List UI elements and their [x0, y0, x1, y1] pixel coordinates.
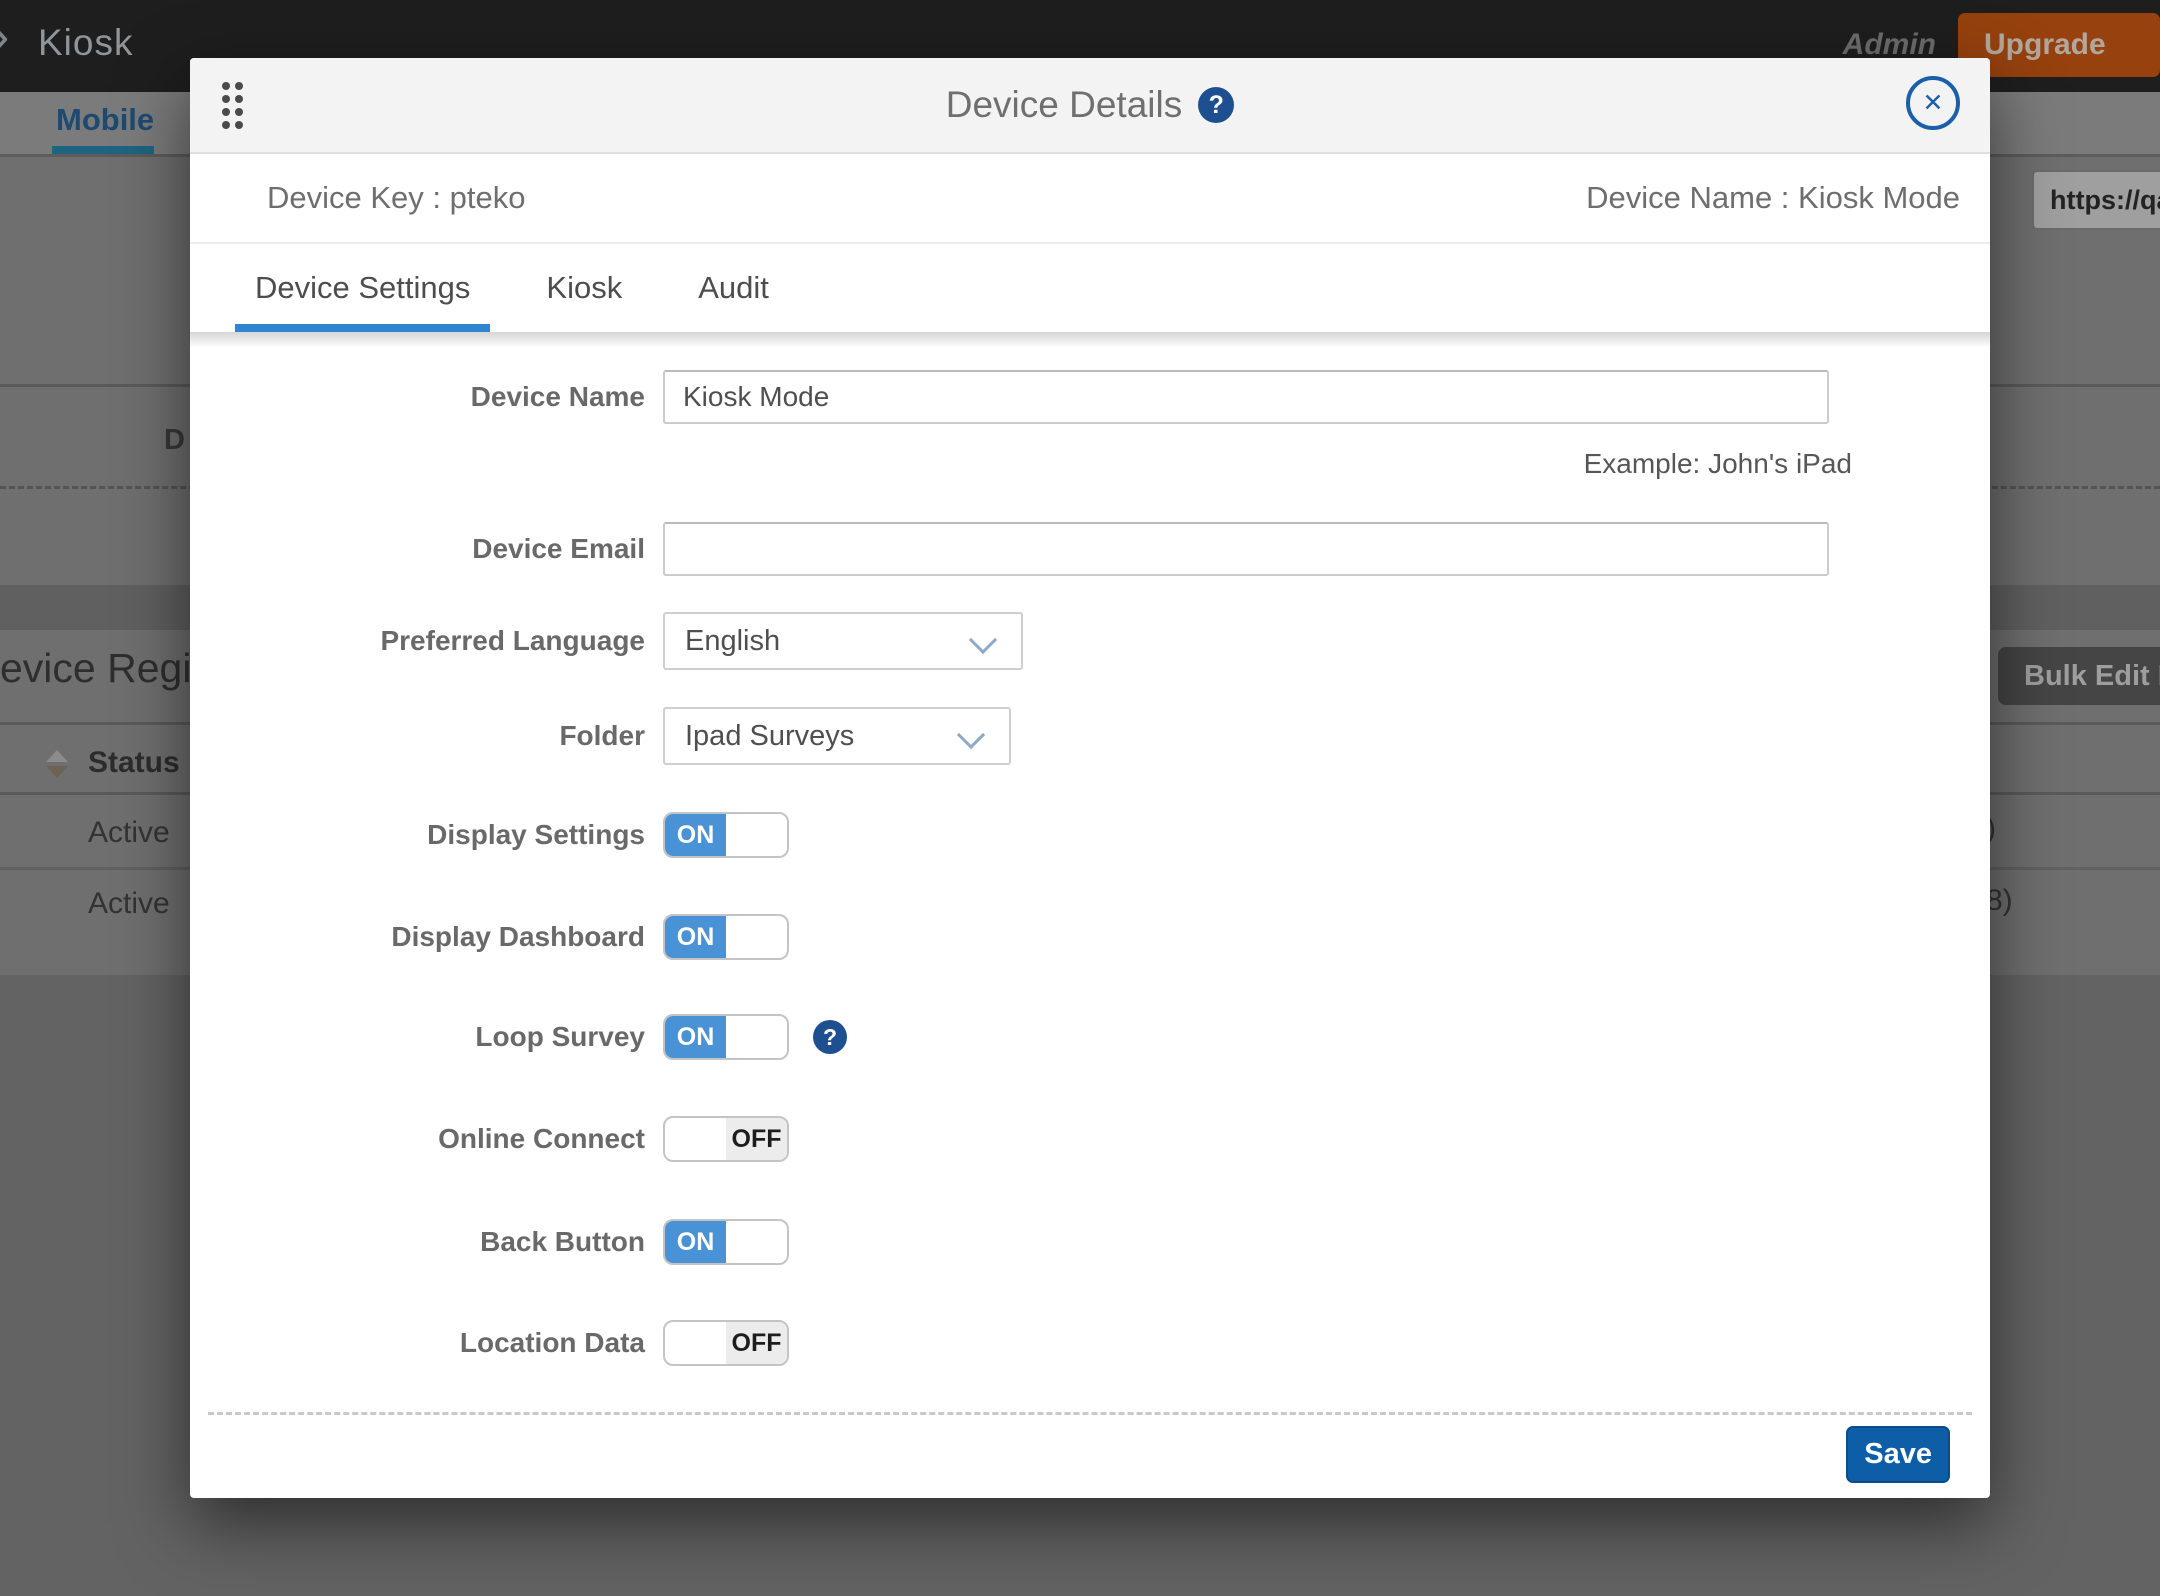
tab-shadow — [190, 332, 1990, 348]
modal-header: Device Details ? ✕ — [190, 58, 1990, 154]
display-dashboard-row: Display Dashboard ON — [190, 914, 789, 960]
device-name-label: Device Name — [190, 381, 645, 413]
toggle-label: Display Settings — [190, 819, 645, 851]
tab-mobile[interactable]: Mobile — [56, 102, 154, 138]
online-connect-row: Online Connect OFF — [190, 1116, 789, 1162]
sort-up-arrow — [46, 750, 68, 762]
save-button[interactable]: Save — [1846, 1426, 1950, 1483]
folder-label: Folder — [190, 720, 645, 752]
back-button-row: Back Button ON — [190, 1219, 789, 1265]
folder-select[interactable]: Ipad Surveys — [663, 707, 1011, 765]
toggle-switch[interactable]: ON — [663, 1219, 789, 1265]
folder-row: Folder Ipad Surveys — [190, 707, 1011, 765]
modal-subheader: Device Key : pteko Device Name : Kiosk M… — [190, 154, 1990, 244]
toggle-on-segment: ON — [665, 1221, 726, 1263]
tab-label: Kiosk — [546, 270, 622, 305]
toggle-label: Back Button — [190, 1226, 645, 1258]
toggle-off-segment — [726, 1016, 787, 1058]
tab-mobile-underline — [52, 146, 154, 154]
table-row-fragment: 8) — [1986, 884, 2013, 918]
device-email-input[interactable] — [663, 522, 1829, 576]
toggle-off-segment — [726, 1221, 787, 1263]
toggle-on-segment: ON — [665, 814, 726, 856]
toggle-label: Display Dashboard — [190, 921, 645, 953]
table-row-status: Active — [88, 887, 170, 921]
preferred-language-label: Preferred Language — [190, 625, 645, 657]
toggle-off-segment: OFF — [726, 1118, 787, 1160]
bulk-edit-devices-button[interactable]: Bulk Edit Dev — [1998, 647, 2160, 705]
toggle-label: Location Data — [190, 1327, 645, 1359]
page-title: Kiosk — [38, 22, 133, 64]
tab-kiosk[interactable]: Kiosk — [526, 246, 642, 332]
device-key-text: Device Key : pteko — [267, 180, 525, 216]
preferred-language-value: English — [685, 625, 780, 658]
tab-audit[interactable]: Audit — [678, 246, 789, 332]
breadcrumb-chevron-icon: › — [0, 6, 9, 66]
toggle-on-segment — [665, 1118, 726, 1160]
loop-survey-row: Loop Survey ON ? — [190, 1014, 847, 1060]
active-tab-underline — [235, 324, 490, 332]
toggle-help-icon[interactable]: ? — [813, 1020, 847, 1054]
toggle-off-segment — [726, 814, 787, 856]
sort-down-arrow — [46, 766, 68, 778]
preferred-language-row: Preferred Language English — [190, 612, 1023, 670]
tab-label: Audit — [698, 270, 769, 305]
page: › Kiosk Admin Upgrade Now Mobile https:/… — [0, 0, 2160, 1596]
toggle-on-segment: ON — [665, 1016, 726, 1058]
location-data-row: Location Data OFF — [190, 1320, 789, 1366]
chevron-down-icon — [957, 721, 985, 749]
toggle-off-segment — [726, 916, 787, 958]
toggle-switch[interactable]: ON — [663, 812, 789, 858]
device-email-label: Device Email — [190, 533, 645, 565]
tab-device-settings[interactable]: Device Settings — [235, 246, 490, 332]
status-column-header[interactable]: Status — [88, 746, 180, 780]
toggle-off-segment: OFF — [726, 1322, 787, 1364]
table-row-status: Active — [88, 816, 170, 850]
admin-menu[interactable]: Admin — [1843, 28, 1936, 62]
toggle-switch[interactable]: OFF — [663, 1116, 789, 1162]
device-details-modal: Device Details ? ✕ Device Key : pteko De… — [190, 58, 1990, 1498]
modal-title-wrap: Device Details ? — [190, 58, 1990, 152]
device-url-field[interactable]: https://qa. — [2032, 170, 2160, 230]
folder-value: Ipad Surveys — [685, 720, 854, 753]
toggle-label: Loop Survey — [190, 1021, 645, 1053]
background-field-label: D — [164, 424, 185, 457]
device-email-row: Device Email — [190, 522, 1829, 576]
toggle-label: Online Connect — [190, 1123, 645, 1155]
footer-dashed-divider — [208, 1412, 1972, 1415]
preferred-language-select[interactable]: English — [663, 612, 1023, 670]
close-icon[interactable]: ✕ — [1906, 76, 1960, 130]
display-settings-row: Display Settings ON — [190, 812, 789, 858]
chevron-down-icon — [969, 626, 997, 654]
tab-label: Device Settings — [255, 270, 470, 305]
toggle-switch[interactable]: OFF — [663, 1320, 789, 1366]
device-name-input[interactable] — [663, 370, 1829, 424]
sort-arrows-icon[interactable] — [46, 750, 68, 778]
toggle-on-segment — [665, 1322, 726, 1364]
help-icon[interactable]: ? — [1198, 87, 1234, 123]
device-name-row: Device Name — [190, 370, 1829, 424]
device-name-helper: Example: John's iPad — [686, 448, 1852, 480]
device-name-text: Device Name : Kiosk Mode — [1586, 180, 1960, 216]
toggle-switch[interactable]: ON — [663, 1014, 789, 1060]
modal-tabs: Device Settings Kiosk Audit — [190, 246, 1990, 332]
toggle-on-segment: ON — [665, 916, 726, 958]
toggle-switch[interactable]: ON — [663, 914, 789, 960]
modal-title: Device Details — [946, 84, 1182, 126]
